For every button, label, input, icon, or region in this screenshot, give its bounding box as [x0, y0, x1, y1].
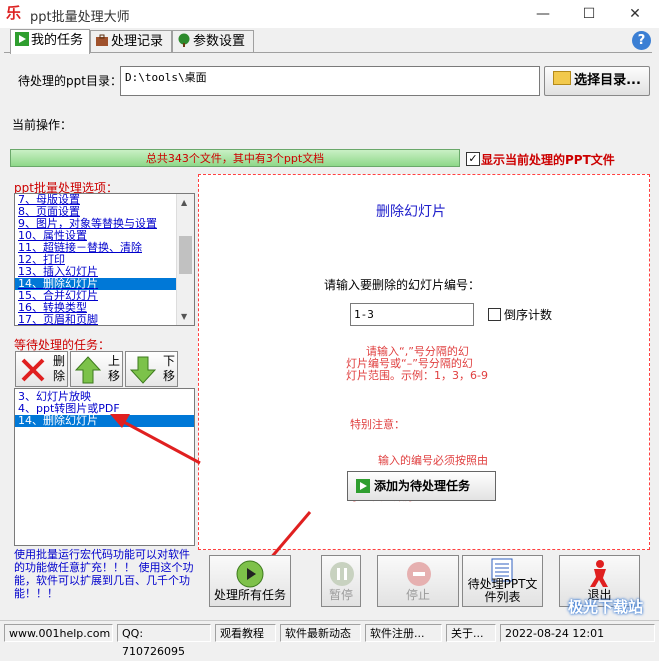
datetime-label: 2022-08-24 12:01 — [500, 624, 655, 642]
about-link[interactable]: 关于... — [446, 624, 496, 642]
website-link[interactable]: www.001help.com — [4, 624, 113, 642]
process-all-button[interactable]: 处理所有任务 — [209, 555, 291, 607]
play-icon — [15, 32, 29, 46]
qq-label: QQ: 710726095 — [117, 624, 211, 658]
watermark-text: 极光下载站 — [568, 598, 644, 616]
tutorial-link[interactable]: 观看教程 — [215, 624, 276, 642]
stop-icon — [407, 562, 431, 586]
running-person-icon — [590, 560, 608, 587]
pause-button[interactable]: 暂停 — [321, 555, 361, 607]
pause-icon — [330, 562, 354, 586]
news-link[interactable]: 软件最新动态 — [280, 624, 361, 642]
stop-button[interactable]: 停止 — [377, 555, 459, 607]
register-link[interactable]: 软件注册... — [365, 624, 442, 642]
annotation-arrows — [110, 414, 312, 576]
pending-file-list-button[interactable]: 待处理PPT文件列表 — [462, 555, 543, 607]
play-circle-icon — [236, 560, 264, 588]
tab-my-tasks[interactable]: 我的任务 — [10, 29, 90, 54]
